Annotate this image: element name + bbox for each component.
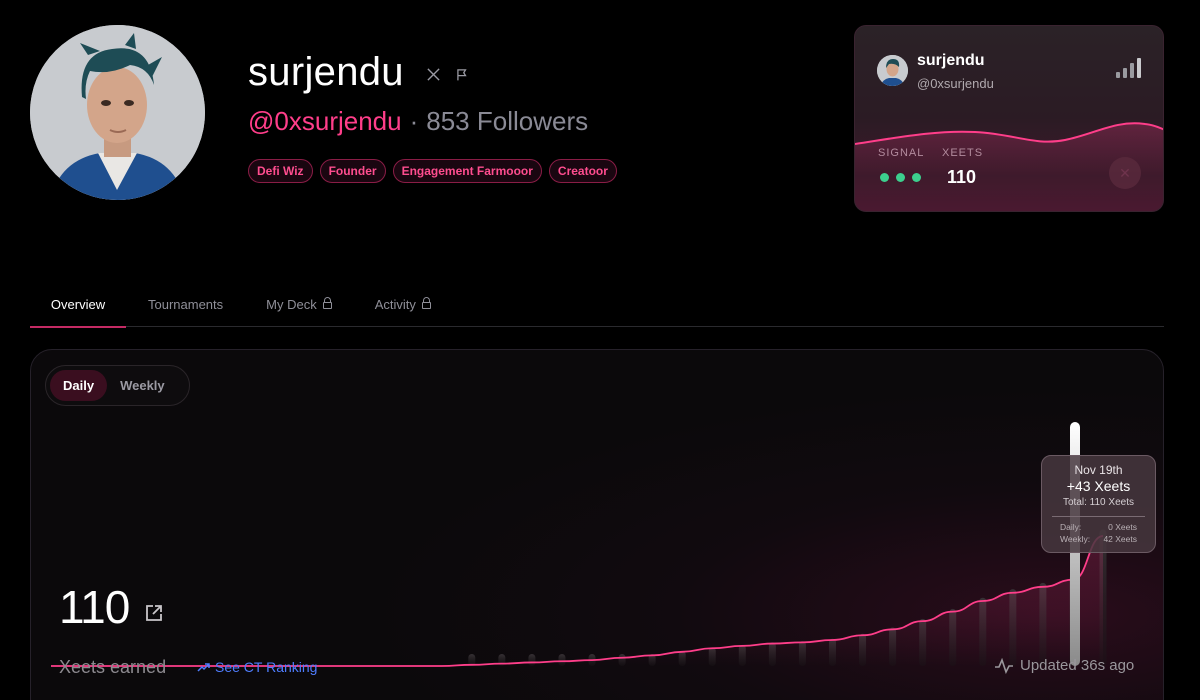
xeets-total: 110 — [59, 581, 130, 633]
profile-avatar — [30, 25, 205, 200]
xeets-chart[interactable] — [31, 350, 1164, 700]
signal-label: SIGNAL — [878, 147, 925, 159]
tooltip-divider — [1052, 516, 1145, 517]
card-avatar — [877, 55, 908, 86]
tooltip-weekly-label: Weekly: — [1060, 534, 1091, 544]
tooltip-weekly-row: Weekly: 42 Xeets — [1042, 534, 1155, 544]
card-handle: @0xsurjendu — [917, 76, 994, 91]
tooltip-daily-value: 0 Xeets — [1108, 522, 1137, 532]
chart-tooltip: Nov 19th +43 Xeets Total: 110 Xeets Dail… — [1041, 455, 1156, 553]
avatar-portrait — [30, 25, 205, 200]
tag-founder: Founder — [319, 159, 386, 183]
external-link-icon[interactable] — [145, 604, 163, 622]
signal-strength-icon — [1116, 58, 1141, 78]
xeets-chart-panel: Daily Weekly 110 Xeets earned See CT Ran… — [30, 349, 1164, 700]
tab-label: Tournaments — [148, 297, 224, 312]
tag-defi-wiz: Defi Wiz — [248, 159, 313, 183]
lock-icon — [322, 297, 332, 309]
tab-tournaments[interactable]: Tournaments — [148, 284, 223, 327]
profile-tabs: Overview Tournaments My Deck Activity — [30, 284, 1164, 328]
updated-text: Updated 36s ago — [1020, 657, 1135, 674]
chart-area — [51, 536, 1103, 666]
see-ct-ranking-link[interactable]: See CT Ranking — [197, 659, 317, 675]
followers-count: 853 Followers — [426, 106, 589, 136]
tag-creatoor: Creatoor — [548, 159, 617, 183]
profile-card[interactable]: surjendu @0xsurjendu SIGNAL XEETS 110 ✕ — [854, 25, 1164, 212]
card-name: surjendu — [917, 52, 985, 69]
brand-logo-icon: ✕ — [1109, 157, 1141, 189]
signal-dots — [880, 173, 921, 182]
lock-icon — [421, 297, 431, 309]
trend-up-icon — [197, 663, 210, 672]
signal-dot — [896, 173, 905, 182]
tooltip-date: Nov 19th — [1074, 463, 1123, 477]
signal-dot — [912, 173, 921, 182]
flag-icon[interactable] — [455, 67, 469, 82]
toggle-weekly[interactable]: Weekly — [107, 370, 178, 401]
toggle-daily[interactable]: Daily — [50, 370, 108, 401]
profile-handle[interactable]: @0xsurjendu — [248, 106, 402, 137]
tab-label: Overview — [50, 297, 106, 312]
tab-activity[interactable]: Activity — [375, 284, 431, 327]
tooltip-change: +43 Xeets — [1066, 478, 1131, 494]
tab-my-deck[interactable]: My Deck — [266, 284, 332, 327]
handle-separator: · — [409, 106, 419, 136]
tab-label: My Deck — [266, 297, 317, 312]
tab-label: Activity — [374, 297, 416, 312]
tag-engagement-farmooor: Engagement Farmooor — [392, 159, 542, 183]
tab-overview[interactable]: Overview — [30, 284, 126, 328]
tooltip-weekly-value: 42 Xeets — [1103, 534, 1137, 544]
xeets-label: XEETS — [942, 147, 984, 159]
tooltip-daily-label: Daily: — [1060, 522, 1082, 532]
signal-dot — [880, 173, 889, 182]
xeets-earned-caption: Xeets earned — [59, 657, 167, 677]
profile-tags: Defi Wiz Founder Engagement Farmooor Cre… — [248, 159, 617, 183]
tooltip-total: Total: 110 Xeets — [1063, 497, 1134, 508]
ct-ranking-label: See CT Ranking — [215, 659, 318, 675]
activity-icon — [995, 657, 1013, 674]
card-xeets-value: 110 — [947, 167, 977, 187]
tooltip-daily-row: Daily: 0 Xeets — [1042, 522, 1155, 532]
x-logo-icon[interactable] — [426, 67, 441, 82]
profile-name: surjendu — [248, 50, 404, 94]
period-toggle: Daily Weekly — [45, 365, 190, 406]
updated-status: Updated 36s ago — [994, 657, 1134, 674]
